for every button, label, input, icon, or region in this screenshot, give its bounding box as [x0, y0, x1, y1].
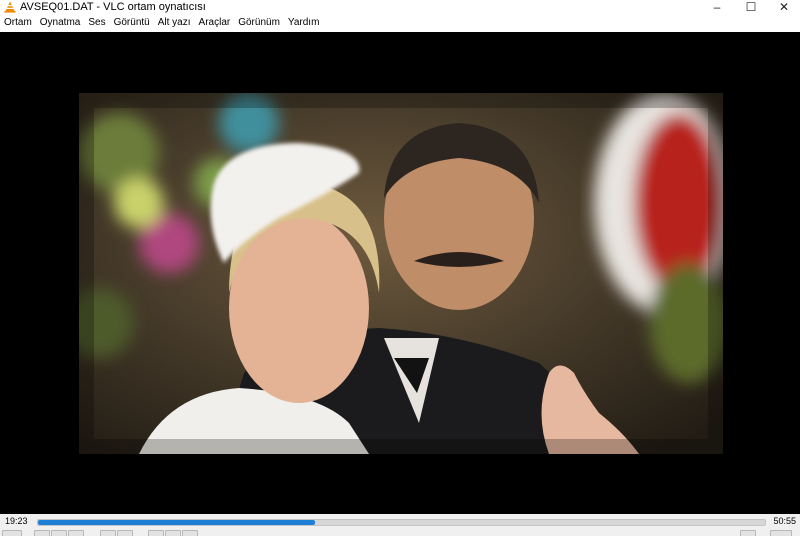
title-bar: AVSEQ01.DAT - VLC ortam oynatıcısı – ☐ ✕: [0, 0, 800, 14]
menu-yardim[interactable]: Yardım: [284, 14, 324, 32]
shuffle-button[interactable]: [182, 530, 198, 536]
loop-button[interactable]: [165, 530, 181, 536]
playlist-button[interactable]: [148, 530, 164, 536]
menu-oynatma[interactable]: Oynatma: [36, 14, 85, 32]
menu-araclar[interactable]: Araçlar: [195, 14, 235, 32]
seek-bar-row: 19:23 50:55: [0, 514, 800, 528]
menu-gorunum[interactable]: Görünüm: [234, 14, 284, 32]
seek-slider[interactable]: [37, 519, 766, 526]
volume-slider[interactable]: [770, 530, 792, 536]
menu-bar: Ortam Oynatma Ses Görüntü Alt yazı Araçl…: [0, 14, 800, 32]
menu-ortam[interactable]: Ortam: [0, 14, 36, 32]
seek-slider-fill: [38, 520, 315, 525]
maximize-icon: ☐: [745, 0, 757, 14]
menu-goruntu[interactable]: Görüntü: [110, 14, 154, 32]
menu-alt-yazi[interactable]: Alt yazı: [154, 14, 195, 32]
next-button[interactable]: [68, 530, 84, 536]
elapsed-time[interactable]: 19:23: [5, 514, 28, 528]
extended-settings-button[interactable]: [117, 530, 133, 536]
video-area[interactable]: [0, 32, 800, 514]
stop-button[interactable]: [51, 530, 67, 536]
video-frame: [79, 93, 723, 454]
close-button[interactable]: ✕: [767, 0, 800, 14]
minimize-icon: –: [713, 0, 721, 14]
mute-button[interactable]: [740, 530, 756, 536]
video-still: [79, 93, 723, 454]
controls-bar: [0, 528, 800, 536]
total-time[interactable]: 50:55: [773, 514, 796, 528]
menu-ses[interactable]: Ses: [84, 14, 109, 32]
minimize-button[interactable]: –: [700, 0, 734, 14]
close-icon: ✕: [778, 0, 790, 14]
vlc-cone-icon: [4, 1, 16, 13]
window-title: AVSEQ01.DAT - VLC ortam oynatıcısı: [20, 1, 206, 13]
pause-button[interactable]: [2, 530, 22, 536]
previous-button[interactable]: [34, 530, 50, 536]
maximize-button[interactable]: ☐: [734, 0, 768, 14]
fullscreen-button[interactable]: [100, 530, 116, 536]
